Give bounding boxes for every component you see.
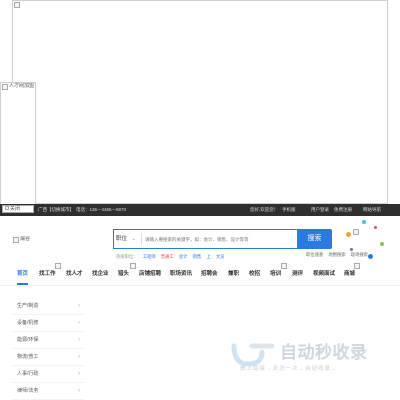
- nav-find-job[interactable]: 找工作: [39, 264, 56, 285]
- category-list: 生产/制造 › 设备/机修 › 能源/环保 › 物流/普工 › 人事/行政 › 律师/法务…: [12, 292, 84, 400]
- search-button[interactable]: 搜索: [297, 229, 332, 249]
- hot-words: 热搜职位： 工程师 普通工 会计 销售 上 文员: [116, 254, 225, 261]
- watermark-title: 自动秒收录: [280, 343, 368, 362]
- nav-part-time[interactable]: 兼职: [228, 264, 239, 285]
- side-ad-alt-text: 人才网加盟: [9, 83, 35, 89]
- map-search-link[interactable]: 地图搜索: [328, 252, 345, 257]
- nav-assessment[interactable]: 测评: [292, 264, 303, 285]
- category-label: 物流/普工: [17, 354, 39, 360]
- select-divider: [141, 233, 142, 245]
- nav-video-interview[interactable]: 视频面试: [313, 264, 335, 285]
- category-item[interactable]: 物流/普工 ›: [12, 349, 84, 366]
- nav-badge-icon: [130, 263, 136, 269]
- banner-ad-image[interactable]: [12, 0, 388, 204]
- nav-store-recruit[interactable]: 店铺招聘: [139, 264, 161, 285]
- chevron-right-icon: ›: [78, 303, 80, 309]
- phone-text: 电话：136－4465－5870: [76, 207, 127, 212]
- chevron-down-icon: ⌄: [131, 236, 136, 242]
- category-label: 生产/制造: [17, 303, 39, 309]
- chevron-right-icon: ›: [78, 388, 80, 394]
- decorative-graphic: [344, 212, 388, 262]
- ad-close-button[interactable]: 关闭: [2, 205, 34, 213]
- broken-image-icon: [353, 229, 359, 235]
- category-item[interactable]: 设备/机修 ›: [12, 315, 84, 332]
- category-label: 能源/环保: [17, 337, 39, 343]
- broken-image-icon: [14, 2, 20, 8]
- main-nav: 首页 找工作 找人才 找企业 猎头 店铺招聘 职场资讯 招聘会 兼职 校招 培训…: [0, 263, 400, 286]
- search-type-value: 职位: [116, 236, 128, 242]
- search-input[interactable]: [145, 231, 295, 247]
- chevron-right-icon: ›: [78, 337, 80, 343]
- side-ad-image[interactable]: 人才网加盟: [0, 82, 36, 214]
- chevron-right-icon: ›: [78, 371, 80, 377]
- nav-training[interactable]: 培训: [270, 264, 281, 285]
- hot-word-link[interactable]: 文员: [216, 254, 225, 259]
- nav-badge-icon: [55, 263, 61, 269]
- watermark-subtitle: 做上链接→来访一次→自动收录→: [240, 366, 338, 372]
- top-bar: 广西【切换城市】 电话：136－4465－5870 您好,欢迎您！ 手机版 用户…: [0, 204, 400, 216]
- welcome-text: 您好,欢迎您！: [250, 207, 279, 212]
- nav-find-talent[interactable]: 找人才: [66, 264, 83, 285]
- nav-career-news[interactable]: 职场资讯: [170, 264, 192, 285]
- category-label: 人事/行政: [17, 371, 39, 377]
- category-item[interactable]: 生产/制造 ›: [12, 298, 84, 315]
- category-item[interactable]: 能源/环保 ›: [12, 332, 84, 349]
- close-icon: [5, 206, 9, 210]
- city-switch-link[interactable]: 广西【切换城市】: [38, 204, 74, 216]
- hot-word-link[interactable]: 销售: [193, 254, 202, 259]
- site-logo[interactable]: 漏谷: [12, 236, 52, 246]
- hot-word-link[interactable]: 工程师: [143, 254, 156, 259]
- nav-badge-icon: [354, 263, 360, 269]
- chevron-right-icon: ›: [78, 320, 80, 326]
- broken-image-icon: [2, 84, 8, 90]
- logo-alt-text: 漏谷: [20, 236, 31, 242]
- chevron-right-icon: ›: [78, 354, 80, 360]
- category-label: 律师/法务: [17, 388, 39, 394]
- hot-words-label: 热搜职位：: [116, 254, 138, 259]
- nav-badge-icon: [281, 263, 287, 269]
- login-link[interactable]: 用户登录: [311, 204, 329, 216]
- hot-word-link[interactable]: 普通工: [161, 254, 174, 259]
- close-label: 关闭: [10, 206, 21, 212]
- category-item[interactable]: 律师/法务 ›: [12, 383, 84, 400]
- nav-headhunter[interactable]: 猎头: [118, 264, 129, 285]
- search-type-select[interactable]: 职位 ⌄: [116, 231, 138, 247]
- hot-word-link[interactable]: 会计: [179, 254, 188, 259]
- broken-image-icon: [13, 237, 19, 243]
- category-item[interactable]: 人事/行政 ›: [12, 366, 84, 383]
- nav-campus[interactable]: 校招: [249, 264, 260, 285]
- nav-find-company[interactable]: 找企业: [92, 264, 109, 285]
- nav-job-fair[interactable]: 招聘会: [201, 264, 218, 285]
- job-quick-search-link[interactable]: 职位速查: [306, 252, 323, 257]
- hot-word-link[interactable]: 上: [206, 254, 210, 259]
- mobile-link[interactable]: 手机版: [282, 204, 296, 216]
- category-label: 设备/机修: [17, 320, 39, 326]
- nav-home[interactable]: 首页: [17, 264, 29, 285]
